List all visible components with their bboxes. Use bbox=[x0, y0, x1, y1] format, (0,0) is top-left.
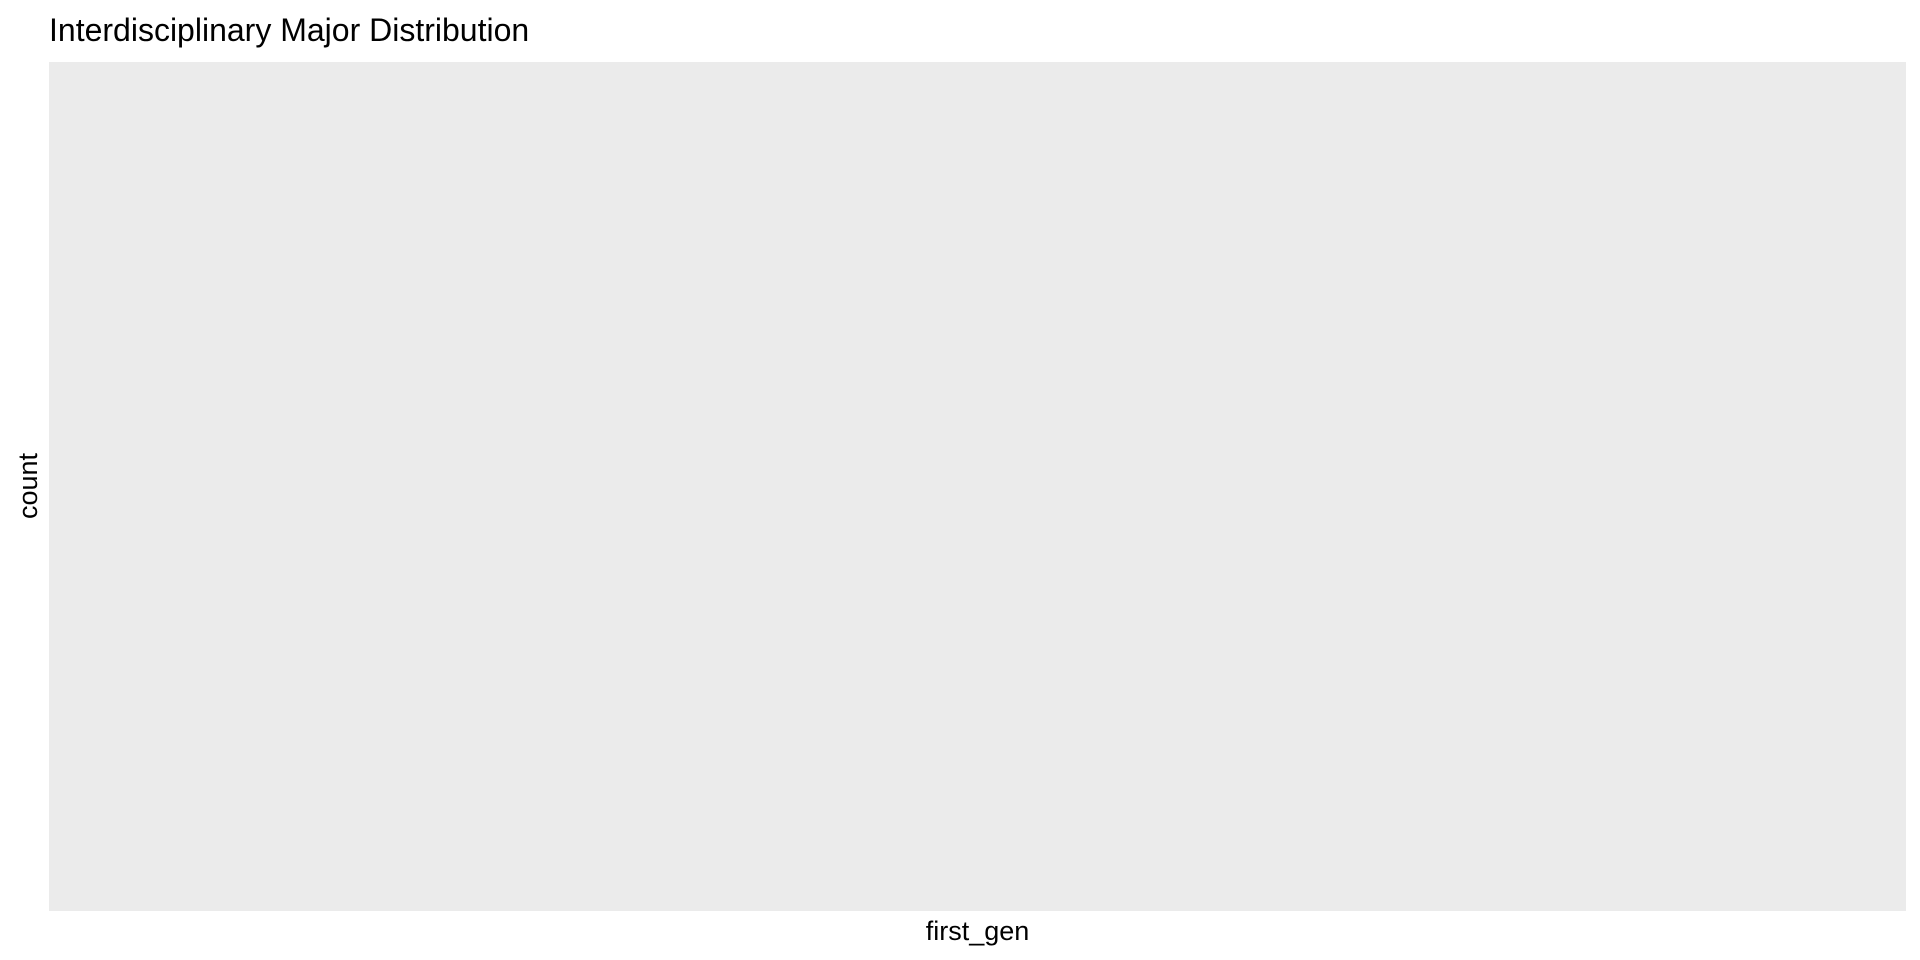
x-axis-label: first_gen bbox=[925, 916, 1030, 946]
plot-area bbox=[49, 62, 1906, 911]
y-axis-label: count bbox=[13, 452, 43, 520]
plot-panel bbox=[49, 62, 1906, 911]
chart-figure: Interdisciplinary Major Distribution cou… bbox=[0, 0, 1920, 960]
chart-title: Interdisciplinary Major Distribution bbox=[49, 12, 530, 48]
